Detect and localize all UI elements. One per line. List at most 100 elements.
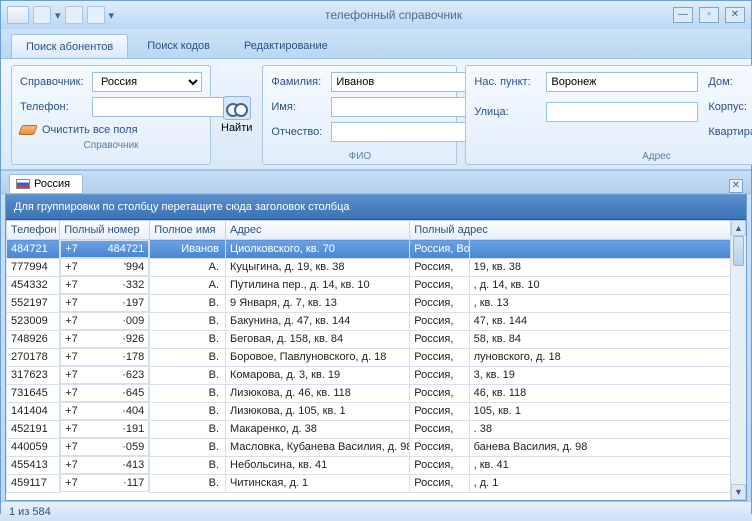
cell: 523009 <box>7 312 60 330</box>
group-hint[interactable]: Для группировки по столбцу перетащите сю… <box>6 195 746 220</box>
tab-edit[interactable]: Редактирование <box>229 33 343 58</box>
table-row[interactable]: 440059+7·059В.Масловка, Кубанева Василия… <box>7 438 746 456</box>
dropdown-icon[interactable]: ▾ <box>55 9 61 22</box>
tab-search-codes[interactable]: Поиск кодов <box>132 33 225 58</box>
scroll-thumb[interactable] <box>733 236 744 266</box>
clear-all-label: Очистить все поля <box>42 124 138 136</box>
table-row[interactable]: 459117+7·117В.Читинская, д. 1Россия,, д.… <box>7 474 746 492</box>
cell: 317623 <box>7 366 60 384</box>
cell: 455413 <box>7 456 60 474</box>
table-row[interactable]: 141404+7·404В.Лизюкова, д. 105, кв. 1Рос… <box>7 402 746 420</box>
table-row[interactable]: 731645+7·645В.Лизюкова, д. 46, кв. 118Ро… <box>7 384 746 402</box>
group-directory: Справочник: Россия Телефон: Очистить все… <box>11 65 211 165</box>
toolbar-icon[interactable] <box>87 6 105 24</box>
cell: В. <box>150 438 226 456</box>
table-row[interactable]: 455413+7·413В.Небольсина, кв. 41Россия,,… <box>7 456 746 474</box>
lastname-input[interactable] <box>331 72 483 92</box>
doctab-label: Россия <box>34 178 70 190</box>
cell: +7·178 <box>60 348 149 366</box>
close-button[interactable]: ✕ <box>725 7 745 23</box>
table-row[interactable]: 484721+7484721ИвановЦиолковского, кв. 70… <box>7 240 746 259</box>
scroll-down-icon[interactable]: ▼ <box>731 484 746 500</box>
group-fio: Фамилия: Имя: Отчество: ФИО <box>262 65 457 165</box>
cell: банева Василия, д. 98 <box>469 438 745 456</box>
name-label: Имя: <box>271 101 327 113</box>
column-header[interactable]: Полный адрес <box>410 221 746 240</box>
results-grid[interactable]: ТелефонПолный номерПолное имяАдресПолный… <box>6 220 746 500</box>
cell: Россия, <box>410 366 469 384</box>
cell: 454332 <box>7 276 60 294</box>
doctab-close-button[interactable]: ✕ <box>729 179 743 193</box>
scroll-up-icon[interactable]: ▲ <box>731 220 746 236</box>
cell: , д. 14, кв. 10 <box>469 276 745 294</box>
cell: Россия, <box>410 438 469 456</box>
cell: , кв. 13 <box>469 294 745 312</box>
cell: , кв. 41 <box>469 456 745 474</box>
table-row[interactable]: 317623+7·623В.Комарова, д. 3, кв. 19Росс… <box>7 366 746 384</box>
titlebar: ▾ ▾ телефонный справочник — ▫ ✕ <box>1 1 751 29</box>
cell: 9 Января, д. 7, кв. 13 <box>226 294 410 312</box>
table-row[interactable]: 523009+7·009В.Бакунина, д. 47, кв. 144Ро… <box>7 312 746 330</box>
cell: 141404 <box>7 402 60 420</box>
window-title: телефонный справочник <box>114 8 673 22</box>
city-input[interactable] <box>546 72 698 92</box>
cell: 270178 <box>7 348 60 366</box>
restore-button[interactable]: ▫ <box>699 7 719 23</box>
clear-all-button[interactable]: Очистить все поля <box>20 124 202 136</box>
table-row[interactable]: 777994+7'994А.Куцыгина, д. 19, кв. 38Рос… <box>7 258 746 276</box>
house-label: Дом: <box>708 76 752 88</box>
column-header[interactable]: Адрес <box>226 221 410 240</box>
table-row[interactable]: 454332+7·332А.Путилина пер., д. 14, кв. … <box>7 276 746 294</box>
korpus-label: Корпус: <box>708 101 752 113</box>
statusbar: 1 из 584 <box>1 501 751 521</box>
tab-search-abonents[interactable]: Поиск абонентов <box>11 34 128 58</box>
column-header[interactable]: Телефон <box>7 221 60 240</box>
ribbon-tabs: Поиск абонентов Поиск кодов Редактирован… <box>1 29 751 59</box>
directory-select[interactable]: Россия <box>92 72 202 92</box>
table-row[interactable]: 452191+7·191В.Макаренко, д. 38Россия,. 3… <box>7 420 746 438</box>
phone-input[interactable] <box>92 97 244 117</box>
table-row[interactable]: 552197+7·197В.9 Января, д. 7, кв. 13Росс… <box>7 294 746 312</box>
minimize-button[interactable]: — <box>673 7 693 23</box>
scrollbar[interactable]: ▲ ▼ <box>730 220 746 500</box>
cell: А. <box>150 258 226 276</box>
doctab-russia[interactable]: Россия <box>9 174 83 193</box>
directory-label: Справочник: <box>20 76 88 88</box>
cell: +7·645 <box>60 384 149 402</box>
cell: Путилина пер., д. 14, кв. 10 <box>226 276 410 294</box>
cell: луновского, д. 18 <box>469 348 745 366</box>
cell: +7484721 <box>60 240 149 258</box>
find-button[interactable]: Найти <box>219 65 254 165</box>
group-footer: Справочник <box>20 140 202 151</box>
table-row[interactable]: 748926+7·926В.Беговая, д. 158, кв. 84Рос… <box>7 330 746 348</box>
cell: Россия, <box>410 384 469 402</box>
cell: Куцыгина, д. 19, кв. 38 <box>226 258 410 276</box>
patronymic-label: Отчество: <box>271 126 327 138</box>
book-icon <box>7 6 29 24</box>
cell: +7·009 <box>60 312 149 330</box>
toolbar-icon[interactable] <box>65 6 83 24</box>
column-header[interactable]: Полный номер <box>60 221 150 240</box>
cell: Россия, <box>410 312 469 330</box>
flat-label: Квартира: <box>708 126 752 138</box>
cell: +7·197 <box>60 294 149 312</box>
lastname-label: Фамилия: <box>271 76 327 88</box>
cell: 777994 <box>7 258 60 276</box>
cell: Россия, <box>410 420 469 438</box>
column-header[interactable]: Полное имя <box>150 221 226 240</box>
name-input[interactable] <box>331 97 483 117</box>
flag-icon <box>16 179 30 189</box>
patronymic-input[interactable] <box>331 122 483 142</box>
cell: +7·191 <box>60 420 149 438</box>
toolbar-icon[interactable] <box>33 6 51 24</box>
cell: 440059 <box>7 438 60 456</box>
cell: 459117 <box>7 474 60 492</box>
cell: Боровое, Павлуновского, д. 18 <box>226 348 410 366</box>
cell: Масловка, Кубанева Василия, д. 98 <box>226 438 410 456</box>
cell: В. <box>150 474 226 492</box>
cell: 19, кв. 38 <box>469 258 745 276</box>
street-input[interactable] <box>546 102 698 122</box>
table-row[interactable]: 270178+7·178В.Боровое, Павлуновского, д.… <box>7 348 746 366</box>
cell: Бакунина, д. 47, кв. 144 <box>226 312 410 330</box>
group-footer: ФИО <box>271 151 448 162</box>
